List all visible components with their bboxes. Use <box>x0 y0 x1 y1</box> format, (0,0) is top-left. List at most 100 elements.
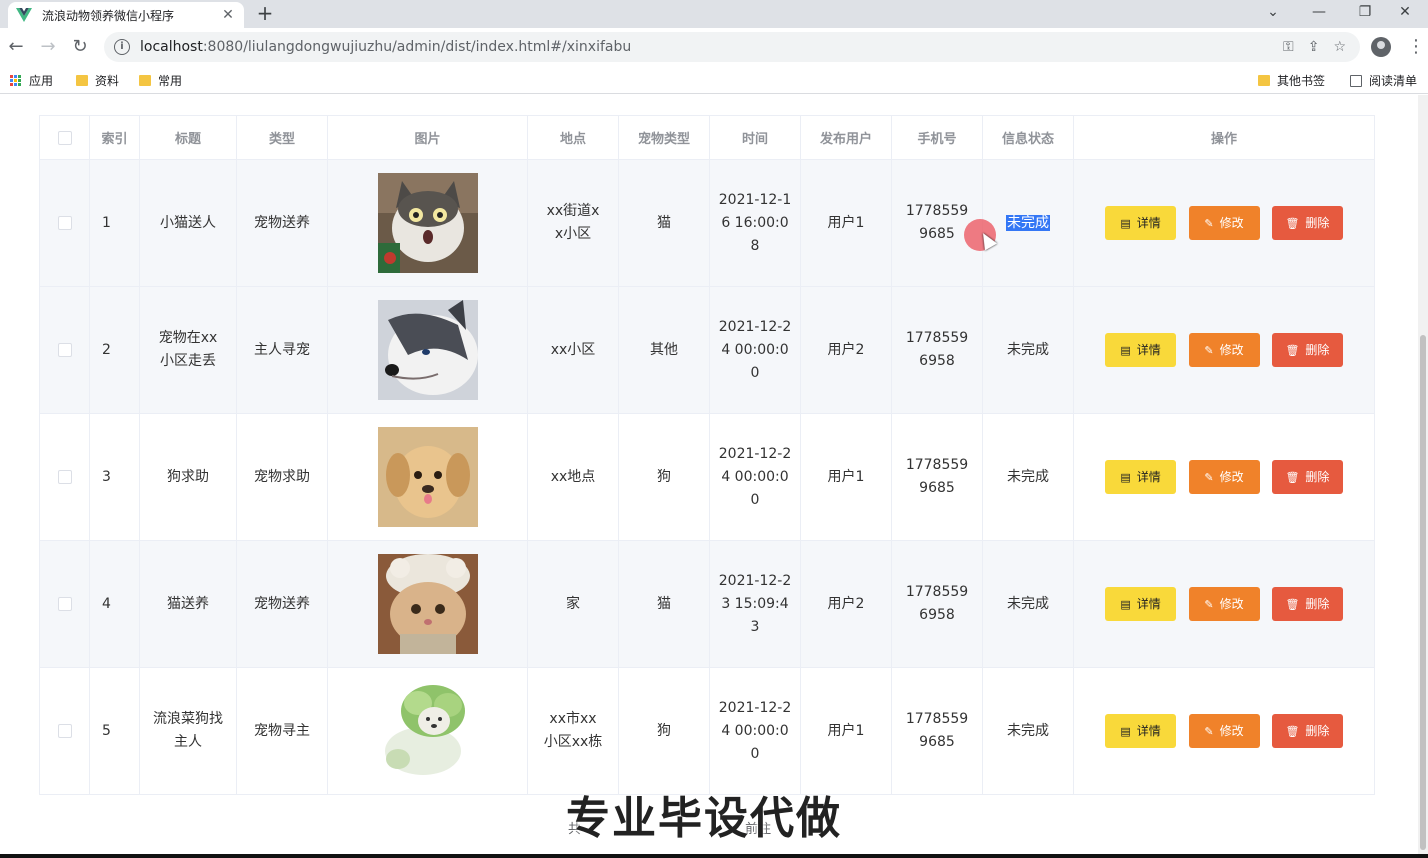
table-row: 2 宠物在xx小区走丢 主人寻宠 xx小区 其他 2021-12-24 00:0… <box>39 286 1375 414</box>
detail-button[interactable]: ▤ 详情 <box>1105 714 1177 748</box>
bookmark-label: 应用 <box>29 74 54 88</box>
site-info-icon[interactable]: i <box>114 39 130 55</box>
document-icon: ▤ <box>1120 724 1131 738</box>
row-checkbox[interactable] <box>57 342 72 357</box>
bookmark-other[interactable]: 其他书签 <box>1258 72 1325 89</box>
trash-icon: 🗑 <box>1285 216 1300 230</box>
status-text-selected: 未完成 <box>1006 214 1050 231</box>
bookmark-folder-changyong[interactable]: 常用 <box>139 72 182 89</box>
column-header: 操作 <box>1073 115 1375 160</box>
column-header[interactable]: 发布用户 <box>800 115 892 160</box>
row-time: 2021-12-24 00:00:00 <box>709 413 801 541</box>
scrollbar-thumb[interactable] <box>1420 335 1426 850</box>
cabbage-dog-photo[interactable] <box>377 681 478 781</box>
detail-button[interactable]: ▤ 详情 <box>1105 587 1177 621</box>
delete-button[interactable]: 🗑 删除 <box>1271 333 1343 367</box>
bookmark-folder-ziliao[interactable]: 资料 <box>76 72 119 89</box>
row-phone: 17785596958 <box>891 286 983 414</box>
row-user: 用户1 <box>800 159 892 287</box>
reading-list[interactable]: 阅读清单 <box>1350 72 1417 89</box>
browser-tab-bar: 流浪动物领养微信小程序 ✕ + ⌄ — ❐ ✕ <box>0 0 1428 28</box>
row-image-cell <box>327 540 528 668</box>
page-scrollbar[interactable] <box>1418 95 1428 858</box>
edit-button[interactable]: ✎ 修改 <box>1188 714 1260 748</box>
minimize-icon[interactable]: — <box>1296 0 1342 28</box>
row-phone: 17785596958 <box>891 540 983 668</box>
column-header[interactable]: 时间 <box>709 115 801 160</box>
edit-button[interactable]: ✎ 修改 <box>1188 587 1260 621</box>
tab-search-icon[interactable]: ⌄ <box>1250 0 1296 28</box>
trash-icon: 🗑 <box>1285 343 1300 357</box>
row-time: 2021-12-23 15:09:43 <box>709 540 801 668</box>
select-all-checkbox[interactable] <box>57 130 72 145</box>
reload-icon[interactable]: ↻ <box>68 35 92 59</box>
delete-button[interactable]: 🗑 删除 <box>1271 206 1343 240</box>
bookmark-apps[interactable]: 应用 <box>10 72 53 89</box>
table-row: 3 狗求助 宠物求助 xx地点 狗 2021-12-24 00:00:00 用户… <box>39 413 1375 541</box>
table-row: 4 猫送养 宠物送养 家 猫 2021-12-23 15:09:43 用户2 1… <box>39 540 1375 668</box>
detail-button[interactable]: ▤ 详情 <box>1105 333 1177 367</box>
row-user: 用户1 <box>800 413 892 541</box>
table-row: 1 小猫送人 宠物送养 xx街道xx小区 猫 2021-12-16 16:00:… <box>39 159 1375 287</box>
edit-button[interactable]: ✎ 修改 <box>1188 460 1260 494</box>
row-user: 用户1 <box>800 667 892 795</box>
url-text[interactable]: localhost:8080/liulangdongwujiuzhu/admin… <box>140 39 631 55</box>
edit-button[interactable]: ✎ 修改 <box>1188 333 1260 367</box>
pencil-icon: ✎ <box>1204 597 1214 611</box>
row-user: 用户2 <box>800 540 892 668</box>
row-pet-type: 狗 <box>618 667 710 795</box>
row-time: 2021-12-24 00:00:00 <box>709 667 801 795</box>
row-checkbox[interactable] <box>57 215 72 230</box>
delete-button[interactable]: 🗑 删除 <box>1271 714 1343 748</box>
folder-icon <box>76 75 88 86</box>
row-time: 2021-12-24 00:00:00 <box>709 286 801 414</box>
column-header[interactable]: 类型 <box>236 115 328 160</box>
cat-with-hat-photo[interactable] <box>377 554 478 654</box>
cat-photo[interactable] <box>377 173 478 273</box>
husky-photo[interactable] <box>377 300 478 400</box>
puppy-photo[interactable] <box>377 427 478 527</box>
detail-button[interactable]: ▤ 详情 <box>1105 460 1177 494</box>
row-image-cell <box>327 159 528 287</box>
column-header[interactable]: 手机号 <box>891 115 983 160</box>
close-window-icon[interactable]: ✕ <box>1382 0 1428 28</box>
column-header[interactable]: 信息状态 <box>982 115 1074 160</box>
row-type: 宠物送养 <box>236 540 328 668</box>
row-type: 宠物送养 <box>236 159 328 287</box>
share-icon[interactable]: ⇪ <box>1308 39 1320 55</box>
column-header[interactable]: 地点 <box>527 115 619 160</box>
address-bar[interactable]: i localhost:8080/liulangdongwujiuzhu/adm… <box>104 32 1360 62</box>
forward-icon[interactable]: → <box>36 35 60 59</box>
edit-button[interactable]: ✎ 修改 <box>1188 206 1260 240</box>
delete-button[interactable]: 🗑 删除 <box>1271 460 1343 494</box>
folder-icon <box>1258 75 1270 86</box>
browser-tab[interactable]: 流浪动物领养微信小程序 ✕ <box>8 2 244 28</box>
key-icon[interactable]: ⚿ <box>1283 39 1294 55</box>
data-table: 索引 标题 类型 图片 地点 宠物类型 时间 发布用户 手机号 信息状态 操作 … <box>39 115 1375 795</box>
table-header-row: 索引 标题 类型 图片 地点 宠物类型 时间 发布用户 手机号 信息状态 操作 <box>39 115 1375 160</box>
trash-icon: 🗑 <box>1285 724 1300 738</box>
new-tab-icon[interactable]: + <box>254 2 276 24</box>
back-icon[interactable]: ← <box>4 35 28 59</box>
star-icon[interactable]: ☆ <box>1333 39 1346 55</box>
bookmark-label: 常用 <box>158 74 183 88</box>
profile-avatar[interactable] <box>1371 37 1391 57</box>
tab-close-icon[interactable]: ✕ <box>220 7 236 23</box>
column-header[interactable]: 宠物类型 <box>618 115 710 160</box>
bookmark-label: 其他书签 <box>1277 74 1326 88</box>
row-index: 5 <box>89 667 140 795</box>
row-title: 宠物在xx小区走丢 <box>139 286 237 414</box>
column-header[interactable]: 索引 <box>89 115 140 160</box>
row-type: 主人寻宠 <box>236 286 328 414</box>
row-location: xx市xx小区xx栋 <box>527 667 619 795</box>
delete-button[interactable]: 🗑 删除 <box>1271 587 1343 621</box>
detail-button[interactable]: ▤ 详情 <box>1105 206 1177 240</box>
column-header[interactable]: 标题 <box>139 115 237 160</box>
row-checkbox[interactable] <box>57 469 72 484</box>
row-checkbox[interactable] <box>57 596 72 611</box>
column-header[interactable]: 图片 <box>327 115 528 160</box>
reading-list-icon <box>1350 74 1362 87</box>
row-pet-type: 狗 <box>618 413 710 541</box>
menu-icon[interactable]: ⋮ <box>1404 35 1428 59</box>
row-checkbox[interactable] <box>57 723 72 738</box>
